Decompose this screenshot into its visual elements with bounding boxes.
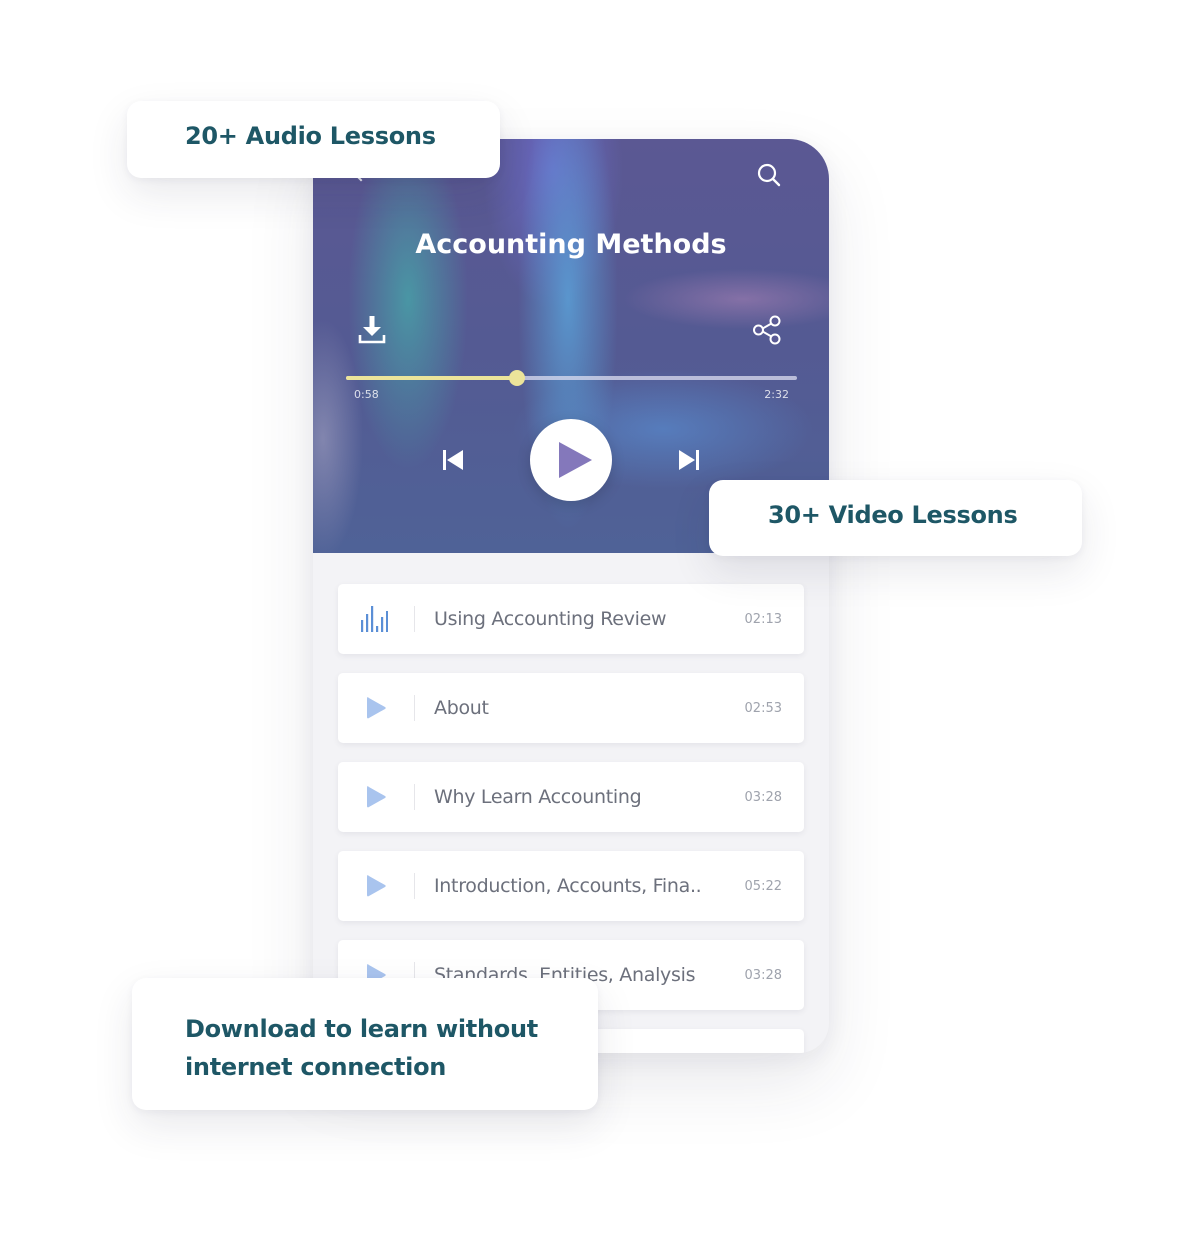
- play-icon: [367, 786, 386, 808]
- callout-offline-text: Download to learn without internet conne…: [185, 1015, 538, 1081]
- progress-slider[interactable]: [346, 370, 797, 386]
- lesson-title: About: [434, 697, 489, 719]
- divider: [414, 695, 415, 721]
- divider: [414, 873, 415, 899]
- lesson-duration: 05:22: [744, 879, 782, 894]
- lesson-title: Why Learn Accounting: [434, 786, 642, 808]
- search-icon[interactable]: [756, 162, 782, 188]
- callout-offline: Download to learn without internet conne…: [132, 978, 598, 1110]
- divider: [414, 784, 415, 810]
- divider: [414, 606, 415, 632]
- progress-handle[interactable]: [509, 370, 526, 386]
- callout-video-lessons: 30+ Video Lessons: [709, 480, 1082, 556]
- play-button[interactable]: [530, 419, 612, 501]
- elapsed-time: 0:58: [354, 388, 379, 401]
- total-time: 2:32: [764, 388, 789, 401]
- skip-previous-icon[interactable]: [441, 448, 465, 472]
- lesson-item[interactable]: Using Accounting Review 02:13: [338, 584, 804, 654]
- share-icon[interactable]: [751, 314, 783, 346]
- download-icon[interactable]: [357, 314, 387, 346]
- lesson-title: Using Accounting Review: [434, 608, 667, 630]
- lesson-item[interactable]: About 02:53: [338, 673, 804, 743]
- play-icon: [559, 442, 592, 478]
- equalizer-icon: [361, 606, 388, 632]
- play-icon: [367, 697, 386, 719]
- callout-audio-text: 20+ Audio Lessons: [185, 122, 436, 150]
- lesson-title: Accounting Methods: [415, 229, 727, 260]
- lesson-duration: 03:28: [744, 790, 782, 805]
- lesson-duration: 02:53: [744, 701, 782, 716]
- lesson-item[interactable]: Introduction, Accounts, Fina.. 05:22: [338, 851, 804, 921]
- lesson-item[interactable]: Why Learn Accounting 03:28: [338, 762, 804, 832]
- callout-audio-lessons: 20+ Audio Lessons: [127, 101, 500, 178]
- callout-video-text: 30+ Video Lessons: [768, 501, 1018, 529]
- lesson-duration: 02:13: [744, 612, 782, 627]
- progress-fill: [346, 376, 518, 380]
- lesson-title: Introduction, Accounts, Fina..: [434, 875, 702, 897]
- skip-next-icon[interactable]: [677, 448, 701, 472]
- play-icon: [367, 875, 386, 897]
- lesson-duration: 03:28: [744, 968, 782, 983]
- phone-mockup: Accounting Methods 0:58 2:32 Using Accou…: [313, 139, 829, 1053]
